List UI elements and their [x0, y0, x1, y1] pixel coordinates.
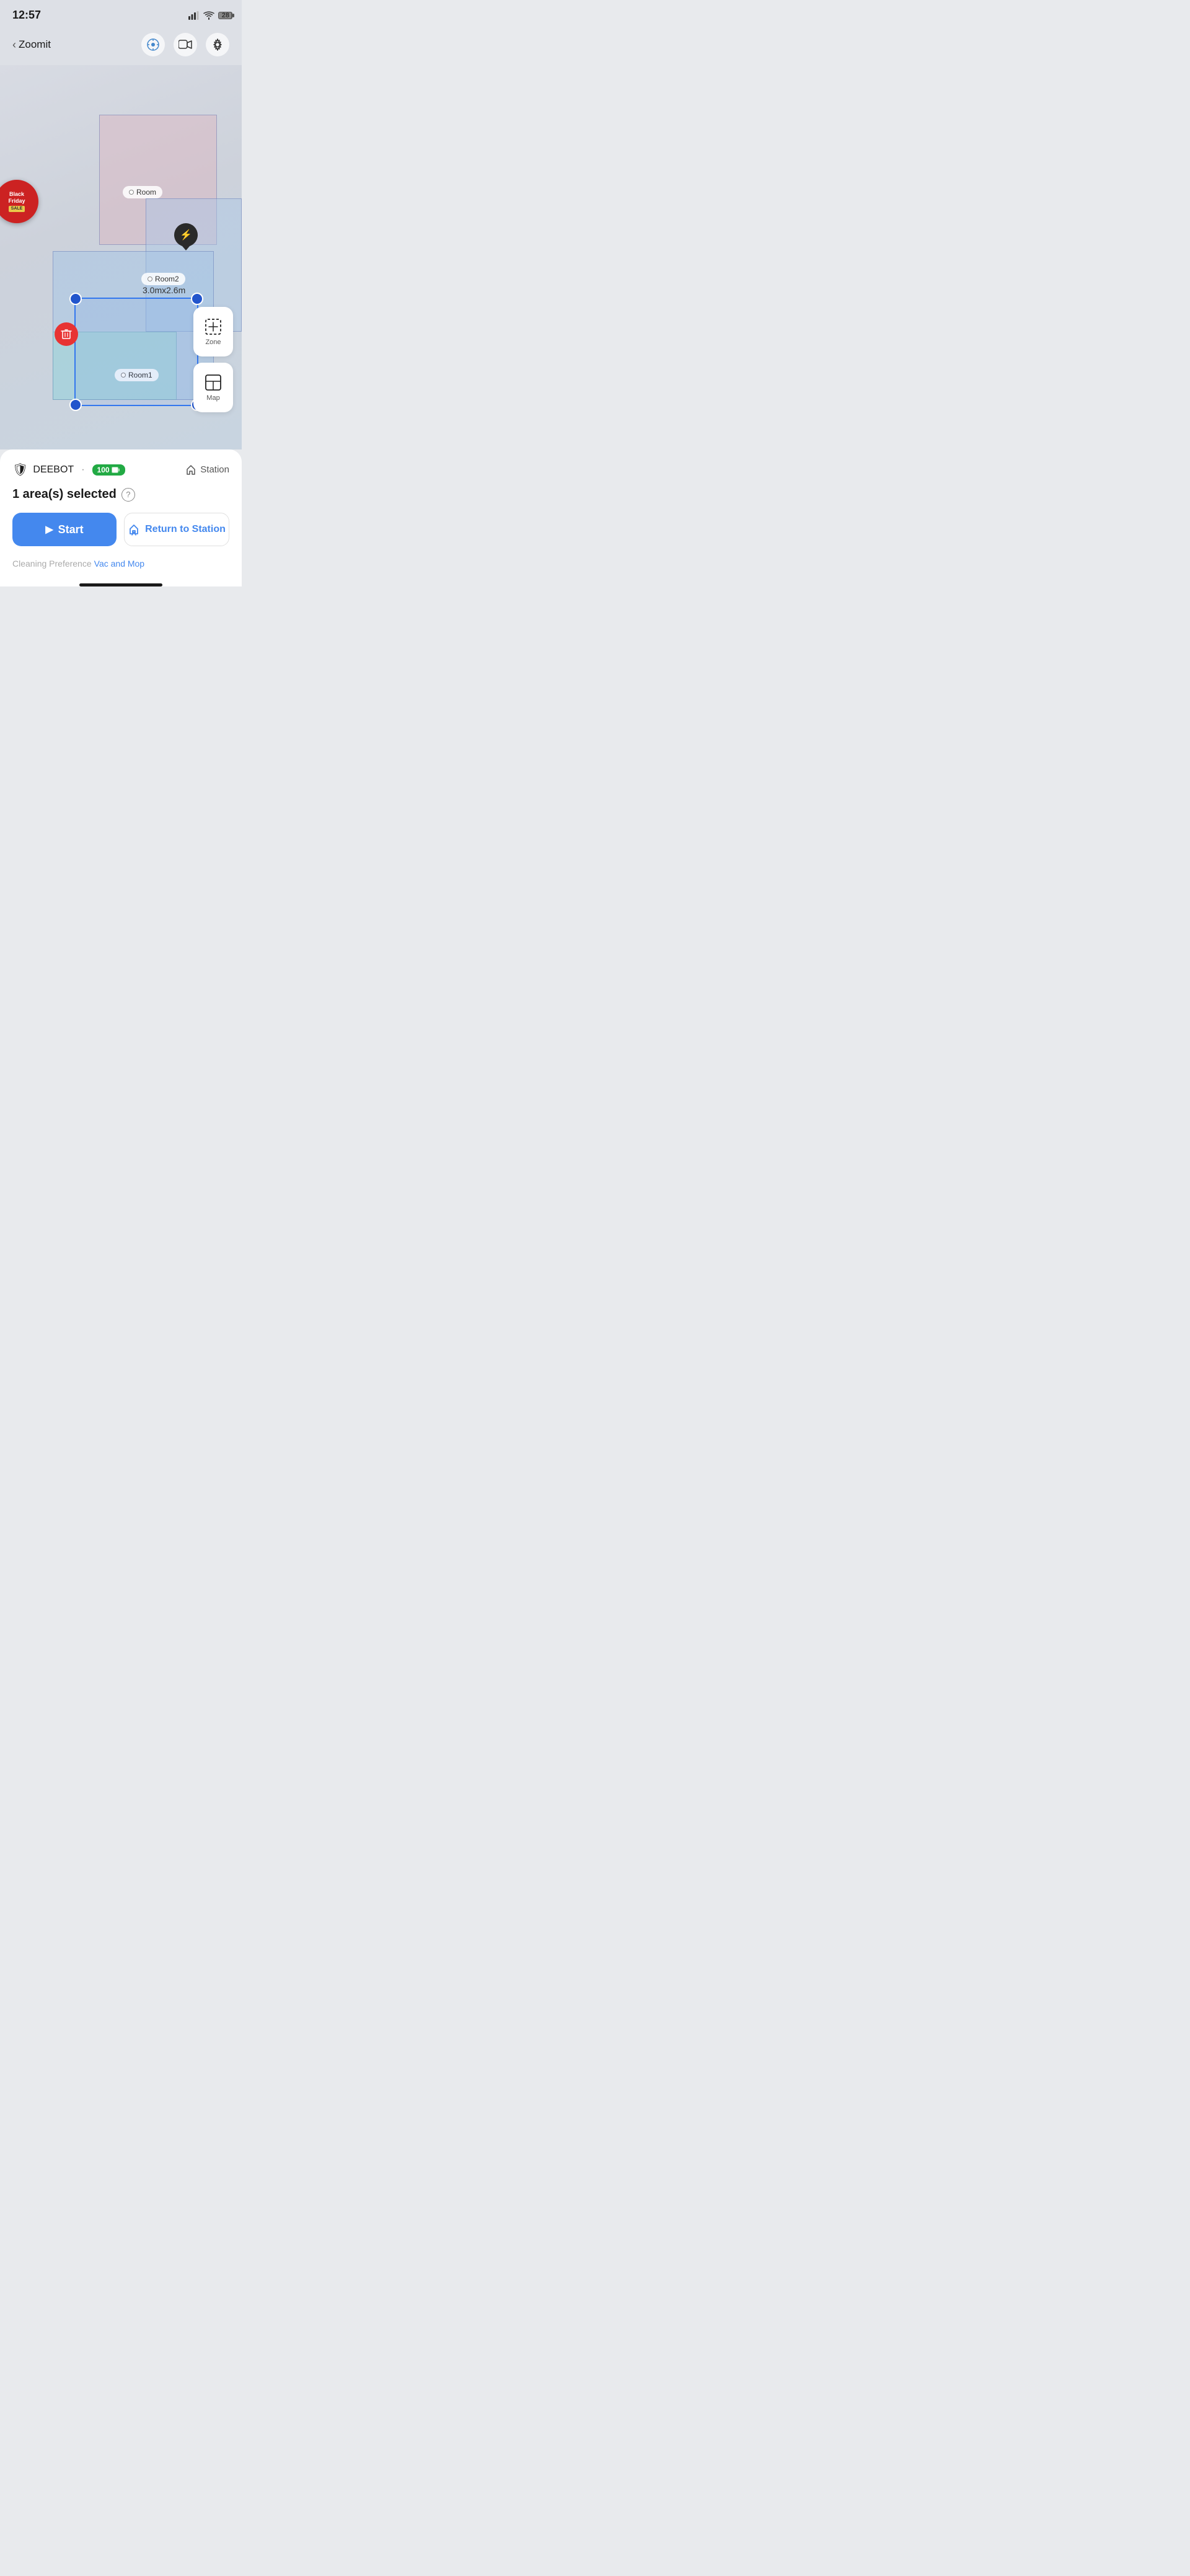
- zone-tool-button[interactable]: Zone: [193, 307, 233, 356]
- deebot-row: 🛡 DEEBOT · 100 Station: [12, 462, 229, 477]
- area-selected-text: 1 area(s) selected: [12, 487, 117, 502]
- play-icon: ▶: [45, 523, 53, 536]
- charging-station[interactable]: ⚡: [174, 223, 198, 250]
- start-label: Start: [58, 523, 84, 536]
- status-time: 12:57: [12, 9, 41, 22]
- return-label: Return to Station: [145, 524, 226, 535]
- zone-tool-icon: [205, 318, 222, 335]
- map-tool-button[interactable]: Map: [193, 363, 233, 412]
- nav-back[interactable]: ‹ Zoomit: [12, 38, 51, 51]
- deebot-left: 🛡 DEEBOT · 100: [12, 462, 125, 477]
- return-to-station-button[interactable]: Return to Station: [124, 513, 229, 546]
- zone-selection-box[interactable]: [74, 298, 198, 406]
- map-tool-label: Map: [206, 394, 219, 402]
- nav-bar: ‹ Zoomit: [0, 27, 242, 65]
- robot-name: DEEBOT: [33, 464, 74, 476]
- settings-icon: [211, 38, 224, 51]
- cleaning-pref-link[interactable]: Vac and Mop: [94, 559, 144, 569]
- black-friday-line1: Black: [9, 191, 24, 198]
- video-button[interactable]: [174, 33, 197, 56]
- battery-icon: 28: [218, 11, 229, 20]
- delete-zone-button[interactable]: [55, 322, 78, 346]
- cleaning-preference-hint: Cleaning Preference Vac and Mop: [12, 559, 229, 578]
- charging-icon: ⚡: [180, 229, 192, 241]
- battery-value: 100: [97, 466, 110, 474]
- battery-badge: 100: [92, 464, 125, 476]
- black-friday-badge[interactable]: Black Friday SALE: [0, 180, 38, 223]
- black-friday-sale: SALE: [9, 206, 25, 212]
- nav-actions: [141, 33, 229, 56]
- battery-level: 28: [222, 12, 229, 19]
- start-button[interactable]: ▶ Start: [12, 513, 117, 546]
- room-label-room2[interactable]: Room2: [141, 273, 185, 285]
- zone-dimensions: 3.0mx2.6m: [143, 285, 185, 295]
- status-bar: 12:57 28: [0, 0, 242, 27]
- settings-button[interactable]: [206, 33, 229, 56]
- room-label-room[interactable]: Room: [123, 186, 162, 198]
- home-icon: [185, 464, 196, 476]
- shield-icon: 🛡: [12, 462, 28, 477]
- tool-panel: Zone Map: [193, 307, 233, 412]
- signal-icon: [188, 11, 200, 20]
- station-link[interactable]: Station: [185, 464, 229, 476]
- room2-dot: [148, 277, 152, 281]
- home-indicator: [79, 583, 162, 586]
- map-tool-icon: [205, 374, 222, 391]
- nav-title: Zoomit: [19, 38, 51, 51]
- zone-handle-tr[interactable]: [191, 293, 203, 305]
- trash-icon: [61, 329, 72, 340]
- status-icons: 28: [188, 11, 229, 20]
- charging-circle: ⚡: [174, 223, 198, 247]
- station-label: Station: [200, 464, 229, 475]
- charging-triangle: [182, 246, 190, 250]
- area-selected-row: 1 area(s) selected ?: [12, 487, 229, 502]
- locator-button[interactable]: [141, 33, 165, 56]
- zone-handle-bl[interactable]: [69, 399, 82, 411]
- back-chevron: ‹: [12, 38, 16, 51]
- zone-tool-label: Zone: [205, 339, 221, 346]
- video-icon: [178, 40, 192, 50]
- wifi-icon: [203, 11, 214, 20]
- action-buttons: ▶ Start Return to Station: [12, 513, 229, 546]
- battery-full-icon: [112, 467, 120, 473]
- help-icon[interactable]: ?: [121, 488, 135, 502]
- black-friday-line2: Friday: [8, 198, 25, 205]
- cleaning-pref-prefix: Cleaning Preference: [12, 559, 92, 569]
- separator-dot: ·: [81, 464, 84, 476]
- room-dot: [129, 190, 134, 195]
- map-container[interactable]: Room Room2 Room1 ⚡ 3.0mx2.6m: [0, 65, 242, 449]
- station-return-icon: [128, 523, 140, 536]
- locator-icon: [146, 38, 160, 51]
- bottom-panel: 🛡 DEEBOT · 100 Station 1 area(s) selecte…: [0, 449, 242, 586]
- zone-handle-tl[interactable]: [69, 293, 82, 305]
